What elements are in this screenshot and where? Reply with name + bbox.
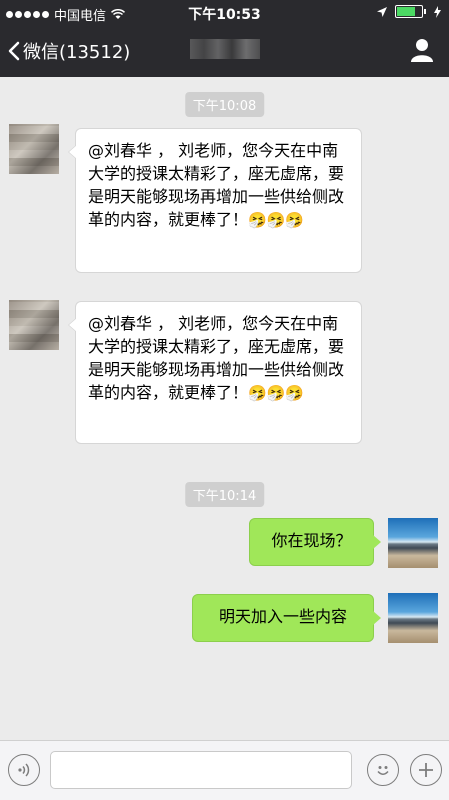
nav-bar: 微信(13512)	[0, 26, 449, 77]
person-icon	[411, 39, 433, 62]
voice-icon	[18, 763, 30, 777]
message-input[interactable]	[50, 751, 352, 789]
timestamp: 下午10:14	[184, 482, 265, 507]
smiley-icon	[377, 766, 389, 775]
message-text: 明天加入一些内容	[218, 607, 347, 626]
status-bar: 中国电信 下午10:53	[0, 0, 449, 26]
message-text: @刘春华 ， 刘老师，您今天在中南大学的授课太精彩了，座无虚席，要是明天能够现场…	[88, 141, 345, 229]
emoji-icon: 🤧🤧🤧	[248, 384, 305, 402]
charging-icon	[434, 5, 441, 18]
my-avatar[interactable]	[388, 518, 438, 568]
voice-button[interactable]	[8, 754, 40, 786]
message-bubble-sent[interactable]: 你在现场？	[249, 518, 381, 566]
plus-icon	[419, 763, 433, 777]
input-bar	[0, 740, 449, 800]
emoji-button[interactable]	[367, 754, 399, 786]
message-bubble-sent[interactable]: 明天加入一些内容	[192, 594, 381, 642]
message-text: 你在现场？	[271, 531, 352, 550]
location-arrow-icon	[377, 6, 387, 17]
avatar[interactable]	[9, 124, 59, 174]
blurred-contact-name	[189, 39, 260, 59]
battery-icon	[395, 5, 423, 18]
avatar[interactable]	[9, 300, 59, 350]
chat-info-button[interactable]	[411, 38, 433, 66]
message-bubble-received[interactable]: @刘春华 ， 刘老师，您今天在中南大学的授课太精彩了，座无虚席，要是明天能够现场…	[68, 128, 362, 273]
chat-area[interactable]: 下午10:08 @刘春华 ， 刘老师，您今天在中南大学的授课太精彩了，座无虚席，…	[0, 77, 449, 740]
status-right	[377, 5, 441, 18]
timestamp: 下午10:08	[184, 92, 265, 117]
more-button[interactable]	[410, 754, 442, 786]
message-bubble-received[interactable]: @刘春华 ， 刘老师，您今天在中南大学的授课太精彩了，座无虚席，要是明天能够现场…	[68, 301, 362, 444]
chat-title	[0, 39, 449, 64]
message-text: @刘春华 ， 刘老师，您今天在中南大学的授课太精彩了，座无虚席，要是明天能够现场…	[88, 314, 345, 402]
my-avatar[interactable]	[388, 593, 438, 643]
emoji-icon: 🤧🤧🤧	[248, 211, 305, 229]
